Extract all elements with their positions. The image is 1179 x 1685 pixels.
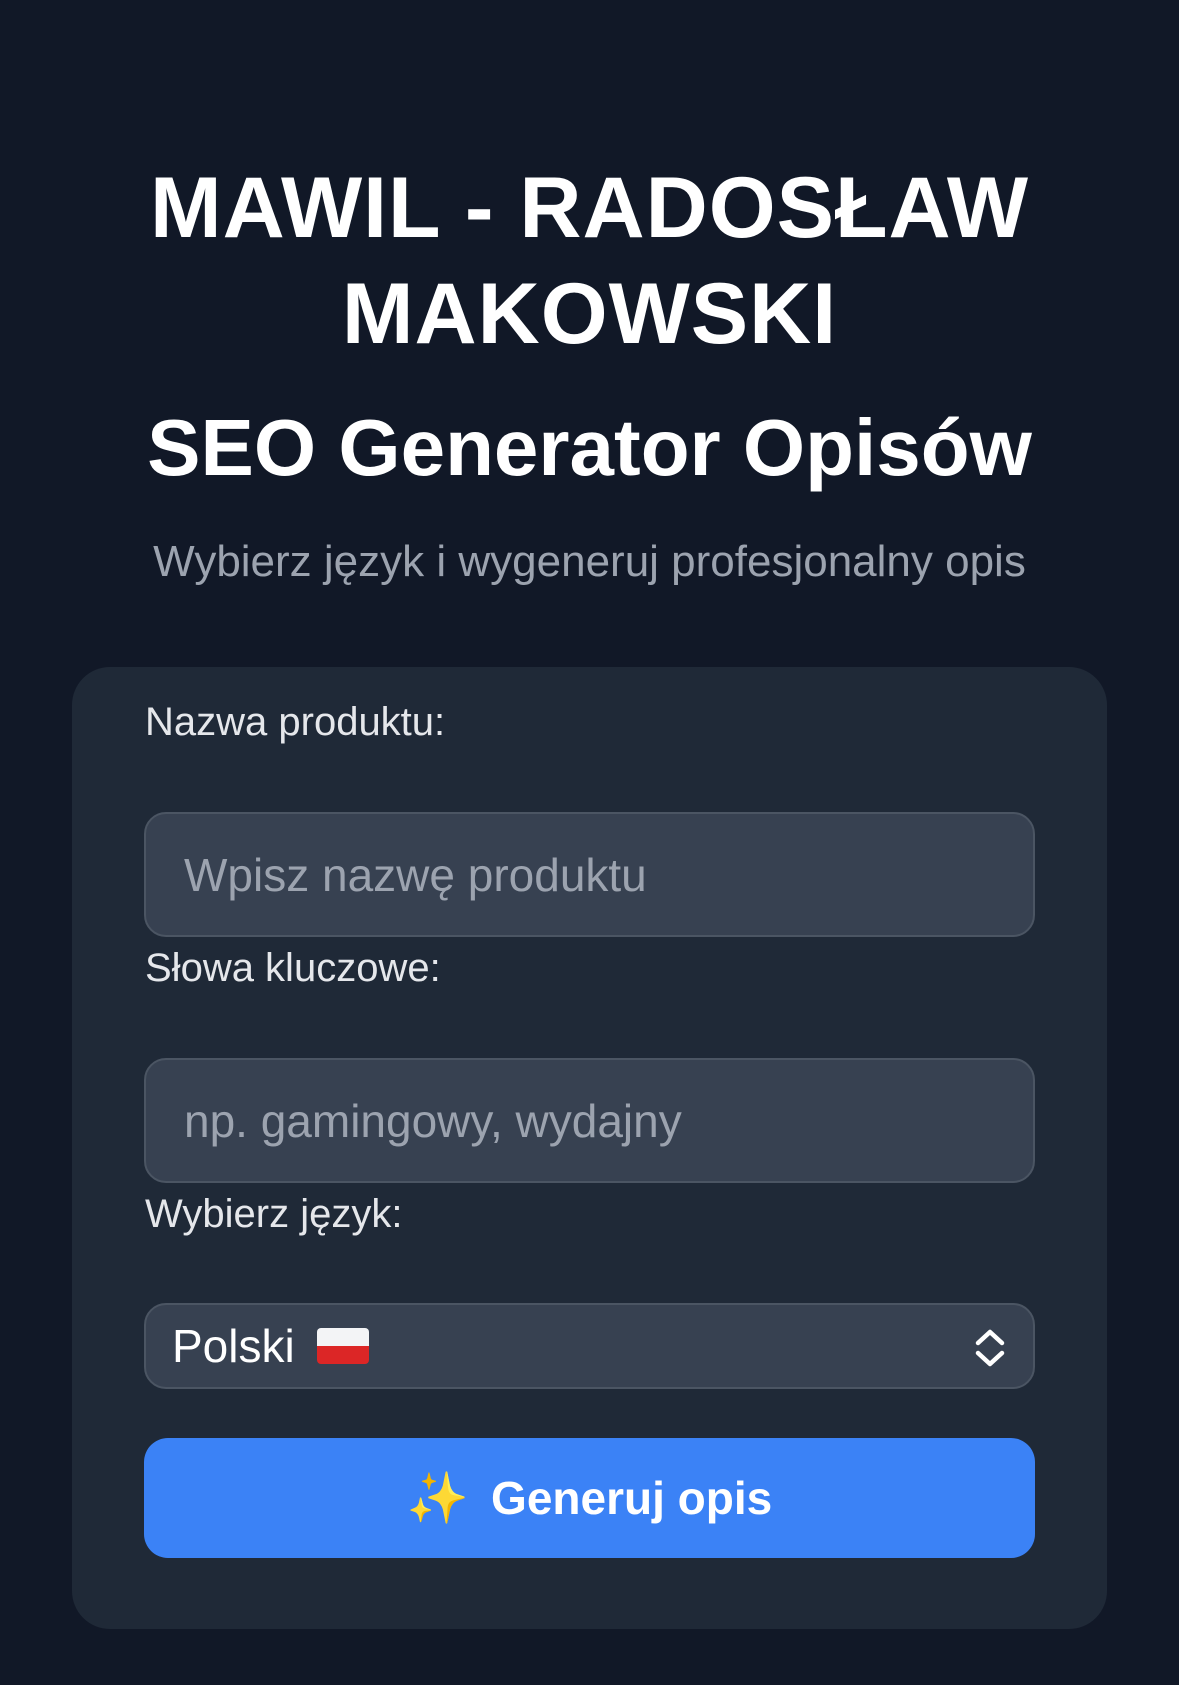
generate-button-label: Generuj opis [491, 1472, 773, 1524]
company-name: MAWIL - RADOSŁAW MAKOWSKI [149, 160, 1030, 362]
page-subtitle: Wybierz język i wygeneruj profesjonalny … [153, 537, 1026, 586]
keywords-label: Słowa kluczowe: [145, 946, 441, 990]
chevron-up-down-icon [975, 1329, 1005, 1367]
language-select[interactable]: Polski [144, 1303, 1035, 1389]
product-name-label: Nazwa produktu: [145, 700, 446, 744]
sparkles-icon: ✨ [406, 1470, 470, 1526]
generator-form-card: Nazwa produktu: Słowa kluczowe: Wybierz … [72, 667, 1107, 1629]
product-name-input[interactable] [144, 812, 1035, 937]
language-selected-value: Polski [172, 1320, 295, 1372]
keywords-input[interactable] [144, 1058, 1035, 1183]
page-title: SEO Generator Opisów [147, 403, 1032, 492]
generate-description-button[interactable]: ✨ Generuj opis [144, 1438, 1035, 1558]
poland-flag-icon [316, 1328, 369, 1364]
language-label: Wybierz język: [145, 1192, 403, 1236]
